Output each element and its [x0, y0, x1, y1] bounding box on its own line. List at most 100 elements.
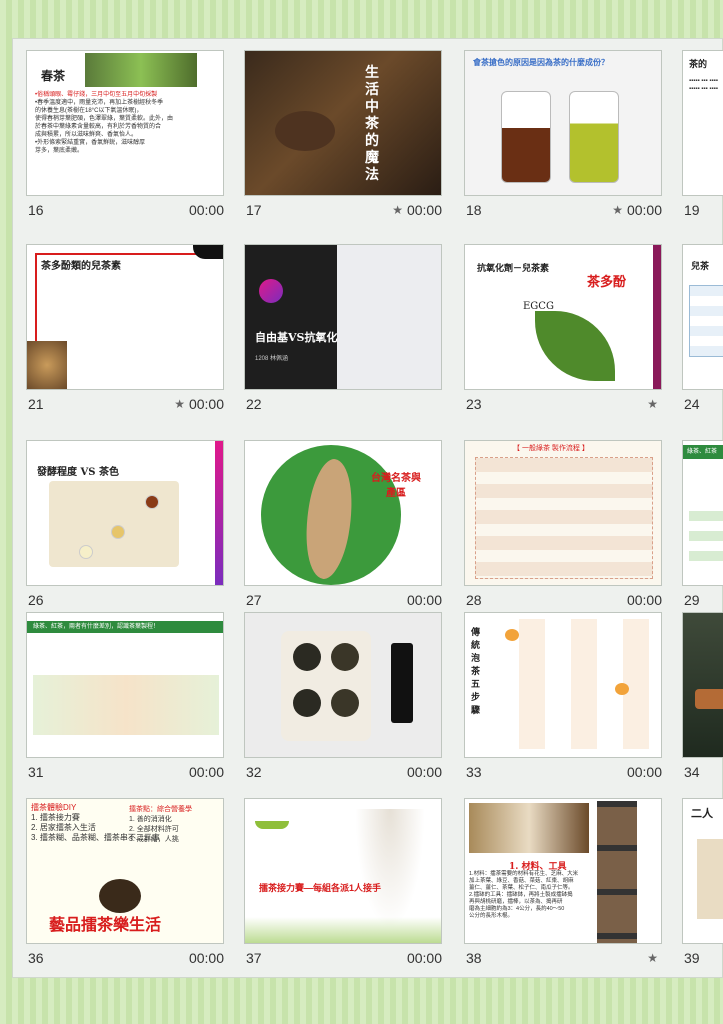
slide-preview: 茶的 ▪▪▪▪▪ ▪▪▪ ▪▪▪▪ ▪▪▪▪▪ ▪▪▪ ▪▪▪▪ [682, 50, 723, 196]
slide-number: 29 [684, 592, 700, 608]
table-graphic [689, 511, 723, 571]
slide-number: 16 [28, 202, 44, 218]
slide-number: 32 [246, 764, 262, 780]
slide-duration: 00:00 [188, 202, 224, 218]
slide-sorter-grid: 春茶 •俗稱頭眼、霉仔錢，三月中旬至五月中旬採製 •春季溫度適中，雨量充沛，再加… [12, 38, 723, 978]
slide-preview: 茶多酚類的兒茶素 [26, 244, 224, 390]
tea-cup-light [79, 545, 93, 559]
animation-star-icon: ★ [647, 397, 658, 411]
slide-duration: 00:00 [406, 202, 442, 218]
slide-title: 自由基VS抗氧化 [255, 331, 338, 344]
ingredients-photo [469, 803, 589, 853]
smartphone-photo [391, 643, 413, 723]
slide-title: 綠茶、紅茶 [687, 449, 718, 455]
slide-duration: 00:00 [626, 764, 662, 780]
slide-preview: 綠茶、紅茶，兩者有什麼差別，認識茶葉製程！ [26, 612, 224, 758]
green-tea-glass [569, 91, 619, 183]
tea-leaf-pile [331, 689, 359, 717]
slide-preview [682, 612, 723, 758]
tea-color-diagram [49, 481, 179, 567]
teapot-photo [275, 111, 335, 151]
slide-title: 二人 [691, 807, 713, 820]
slide-title: 擂茶接力賽—每組各派1人接手 [259, 883, 382, 893]
tea-leaf-pile [331, 643, 359, 671]
slide-title: 會茶搶色的原因是因為茶的什麼成份？ [473, 57, 609, 67]
teapot-icon [615, 683, 629, 695]
tea-leaf-pile [293, 643, 321, 671]
slide-duration: 00:00 [406, 592, 442, 608]
animation-star-icon: ★ [612, 203, 623, 217]
slide-footer: 藝品擂茶樂生活 [49, 915, 162, 934]
slide-duration: 00:00 [188, 764, 224, 780]
slide-tag: 茶多酚 [587, 275, 627, 290]
slide-duration: 00:00 [188, 950, 224, 966]
black-tea-glass [501, 91, 551, 183]
slide-preview: 綠茶、紅茶 [682, 440, 723, 586]
slide-number: 38 [466, 950, 482, 966]
slide-preview: 擂茶體驗DIY 1. 擂茶接力賽 2. 居家擂茶入生活 3. 擂茶糊、品茶糊、擂… [26, 798, 224, 944]
mortar-bowl-photo [99, 879, 141, 913]
slide-number: 27 [246, 592, 262, 608]
tea-cup-mid [111, 525, 125, 539]
table-graphic [689, 285, 723, 357]
tea-cup-icon [255, 821, 289, 829]
animation-star-icon: ★ [647, 951, 658, 965]
slide-number: 22 [246, 396, 262, 412]
slide-preview: 台灣名茶與產區 [244, 440, 442, 586]
slide-body: 1.材料：擂茶需要的材料有花生、芝麻、大米 加上茶葉、綠豆、香菇、菜菇、紅棗、胡… [469, 871, 579, 919]
animation-star-icon: ★ [392, 203, 403, 217]
slide-preview: 自由基VS抗氧化 1208 林佩涵 [244, 244, 442, 390]
film-strip-photos [597, 801, 637, 943]
nutrition-list: 擂茶點：綜合營養學 1. 善的消消化 2. 全部材料許可 3. 成群結，人挑 [129, 806, 192, 843]
slide-number: 17 [246, 202, 262, 218]
grass-decoration [245, 917, 441, 943]
slide-preview: 1. 材料、工具 1.材料：擂茶需要的材料有花生、芝麻、大米 加上茶葉、綠豆、香… [464, 798, 662, 944]
slide-number: 37 [246, 950, 262, 966]
slide-preview: 【 一般綠茶 製作流程 】 [464, 440, 662, 586]
gradient-circle-decoration [259, 279, 283, 303]
slide-title: 春茶 [41, 69, 66, 83]
slide-title: 發酵程度 VS 茶色 [37, 467, 119, 478]
slide-title: 綠茶、紅茶，兩者有什麼差別，認識茶葉製程！ [33, 624, 160, 630]
slide-body: •俗稱頭眼、霉仔錢，三月中旬至五月中旬採製 •春季溫度適中，雨量充沛，再加上茶樹… [35, 92, 174, 154]
magenta-side-bar [215, 441, 223, 585]
slide-number: 19 [684, 202, 700, 218]
slide-title: 生活中茶的魔法 [365, 65, 379, 183]
slide-title: 抗氧化劑－兒茶素 [477, 264, 550, 274]
slide-number: 39 [684, 950, 700, 966]
animation-star-icon: ★ [174, 397, 185, 411]
slide-number: 23 [466, 396, 482, 412]
tea-leaves-board-photo [281, 631, 371, 741]
slide-preview: 傳統泡茶五步驟 [464, 612, 662, 758]
green-leaf-image [535, 311, 615, 381]
magenta-side-bar [653, 245, 661, 389]
slide-number: 31 [28, 764, 44, 780]
slide-number: 18 [466, 202, 482, 218]
slide-duration: 00:00 [626, 202, 662, 218]
slide-preview: 會茶搶色的原因是因為茶的什麼成份？ [464, 50, 662, 196]
slide-duration: 00:00 [406, 764, 442, 780]
slide-number: 26 [28, 592, 44, 608]
slide-number: 33 [466, 764, 482, 780]
teapot-icon [505, 629, 519, 641]
slide-preview [244, 612, 442, 758]
slide-preview: 春茶 •俗稱頭眼、霉仔錢，三月中旬至五月中旬採製 •春季溫度適中，雨量充沛，再加… [26, 50, 224, 196]
slide-title: 兒茶 [691, 262, 710, 272]
black-corner-decoration [193, 245, 223, 259]
slide-number: 34 [684, 764, 700, 780]
slide-preview: 擂茶接力賽—每組各派1人接手 [244, 798, 442, 944]
slide-title: 【 一般綠茶 製作流程 】 [513, 445, 589, 452]
slide-duration: 00:00 [188, 396, 224, 412]
slide-preview: 二人 [682, 798, 723, 944]
slide-title: 傳統泡茶五步驟 [471, 628, 481, 716]
bracket-decoration [35, 253, 213, 355]
slide-number: 28 [466, 592, 482, 608]
tea-cup-dark [145, 495, 159, 509]
slide-number: 36 [28, 950, 44, 966]
process-steps-graphic [33, 675, 219, 735]
tea-cups-photo [695, 689, 723, 709]
tea-cup-photo [27, 341, 67, 389]
slide-photo [697, 839, 723, 919]
slide-preview: 兒茶 [682, 244, 723, 390]
slide-number: 24 [684, 396, 700, 412]
